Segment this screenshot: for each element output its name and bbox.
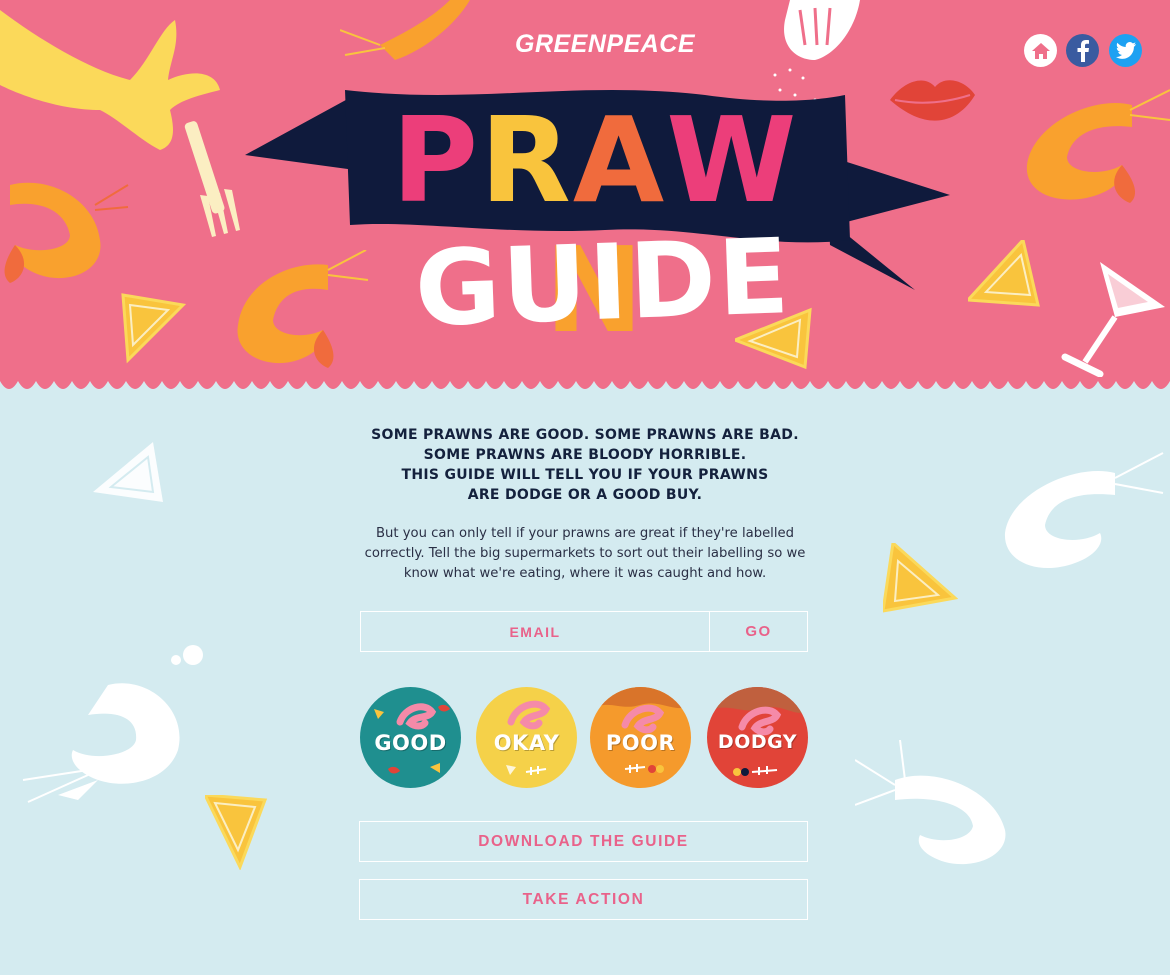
rating-label: OKAY <box>493 731 560 755</box>
rating-badge-okay[interactable]: OKAY <box>476 687 577 788</box>
headline-line: THIS GUIDE WILL TELL YOU IF YOUR PRAWNS <box>401 467 769 483</box>
hero-section: PRAWN GUIDE GREENPEACE <box>0 0 1170 395</box>
twitter-icon <box>1115 42 1136 59</box>
twitter-button[interactable] <box>1109 34 1142 67</box>
greenpeace-logo[interactable]: GREENPEACE <box>515 30 695 59</box>
intro-headline: SOME PRAWNS ARE GOOD. SOME PRAWNS ARE BA… <box>340 425 830 505</box>
email-field[interactable] <box>361 612 710 651</box>
prawn-illustration <box>4 182 129 283</box>
headline-line: SOME PRAWNS ARE BLOODY HORRIBLE. <box>423 447 747 463</box>
title-letter: P <box>391 91 481 229</box>
title-letter: R <box>480 91 573 229</box>
intro-section: SOME PRAWNS ARE GOOD. SOME PRAWNS ARE BA… <box>340 425 830 584</box>
take-action-button[interactable]: TAKE ACTION <box>359 879 808 920</box>
lemon-slice-illustration <box>205 795 268 870</box>
rating-label: GOOD <box>374 731 447 755</box>
prawn-illustration <box>1026 89 1170 203</box>
headline-line: ARE DODGE OR A GOOD BUY. <box>467 487 703 503</box>
home-icon <box>1031 42 1050 59</box>
rating-badge-dodgy[interactable]: DODGY <box>707 687 808 788</box>
title-prawn: PRAWN <box>370 91 820 355</box>
lemon-slice-illustration <box>883 543 958 613</box>
email-signup-form: GO <box>360 611 808 652</box>
headline-line: SOME PRAWNS ARE GOOD. SOME PRAWNS ARE BA… <box>371 427 799 443</box>
go-button[interactable]: GO <box>710 612 807 651</box>
scallop-edge <box>0 381 1170 395</box>
intro-body-text: But you can only tell if your prawns are… <box>364 526 806 581</box>
lemon-slice-illustration <box>968 240 1040 307</box>
download-guide-button[interactable]: DOWNLOAD THE GUIDE <box>359 821 808 862</box>
rating-label: POOR <box>605 731 676 755</box>
prawn-illustration <box>22 645 203 803</box>
rating-badge-poor[interactable]: POOR <box>590 687 691 788</box>
title-letter: W <box>666 91 799 229</box>
prawn-illustration <box>1004 452 1164 569</box>
home-button[interactable] <box>1024 34 1057 67</box>
rating-label: DODGY <box>717 731 798 753</box>
title-letter: A <box>572 91 667 229</box>
rating-badge-good[interactable]: GOOD <box>360 687 461 788</box>
facebook-icon <box>1077 39 1089 62</box>
facebook-button[interactable] <box>1066 34 1099 67</box>
martini-glass-illustration <box>1061 262 1165 377</box>
lemon-slice-illustration <box>93 442 163 502</box>
title-guide: GUIDE <box>412 215 793 351</box>
lemon-slice-illustration <box>121 293 187 364</box>
prawn-illustration <box>855 740 1006 865</box>
